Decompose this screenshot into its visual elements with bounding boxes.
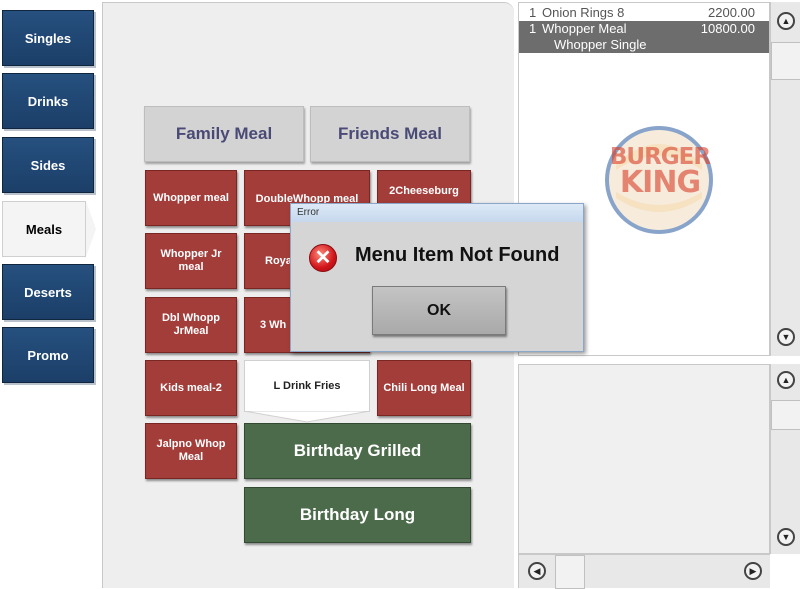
category-label: Sides xyxy=(30,157,66,173)
order-item-price: 2200.00 xyxy=(708,5,755,20)
l-drink-fries-pointer xyxy=(244,411,370,423)
scroll-thumb[interactable] xyxy=(771,42,800,80)
whopper-jr-meal-button[interactable]: Whopper Jr meal xyxy=(145,233,237,289)
category-label: Meals xyxy=(25,221,63,237)
burger-king-logo-text: BURGER KING xyxy=(608,144,712,200)
whopper-meal-button[interactable]: Whopper meal xyxy=(145,170,237,226)
category-deserts-button[interactable]: Deserts xyxy=(2,264,94,320)
order-row[interactable]: 1 Onion Rings 8 2200.00 xyxy=(519,5,769,21)
order-qty: 1 xyxy=(529,21,537,36)
order-qty: 1 xyxy=(529,5,537,20)
category-label: Drinks xyxy=(27,93,69,109)
order-item-price: 10800.00 xyxy=(700,21,755,36)
kids-meal-2-button[interactable]: Kids meal-2 xyxy=(145,360,237,416)
error-x-icon: ✕ xyxy=(309,244,337,272)
scroll-up-icon[interactable]: ▲ xyxy=(777,371,795,389)
logo-text-line2: KING xyxy=(619,165,701,200)
category-meals-button[interactable]: Meals xyxy=(2,201,86,257)
birthday-long-button[interactable]: Birthday Long xyxy=(244,487,471,543)
selected-category-arrow xyxy=(86,201,96,257)
scroll-left-icon[interactable]: ◀ xyxy=(528,562,546,580)
category-promo-button[interactable]: Promo xyxy=(2,327,94,383)
category-singles-button[interactable]: Singles xyxy=(2,10,94,66)
order-row-selected[interactable]: 1 Whopper Meal 10800.00 xyxy=(519,21,769,37)
category-column: Singles Drinks Sides Meals Deserts Promo xyxy=(0,0,102,588)
order-item-name: Whopper Single xyxy=(554,37,647,52)
dialog-title: Error xyxy=(297,207,320,218)
l-drink-fries-button[interactable]: L Drink Fries xyxy=(244,360,370,412)
scroll-down-icon[interactable]: ▼ xyxy=(777,528,795,546)
category-label: Deserts xyxy=(24,284,72,300)
category-drinks-button[interactable]: Drinks xyxy=(2,73,94,129)
scroll-thumb[interactable] xyxy=(771,400,800,430)
order-scrollbar[interactable]: ▲ ▼ xyxy=(770,2,800,356)
ok-button-label: OK xyxy=(427,301,451,319)
scroll-up-icon[interactable]: ▲ xyxy=(777,12,795,30)
birthday-grilled-button[interactable]: Birthday Grilled xyxy=(244,423,471,479)
dbl-whopp-jrmeal-button[interactable]: Dbl Whopp JrMeal xyxy=(145,297,237,353)
dialog-titlebar[interactable]: Error xyxy=(291,204,583,222)
scroll-down-icon[interactable]: ▼ xyxy=(777,328,795,346)
category-label: Singles xyxy=(24,30,72,46)
friends-meal-button[interactable]: Friends Meal xyxy=(310,106,470,162)
dialog-message: Menu Item Not Found xyxy=(355,244,560,266)
order-row-modifier[interactable]: Whopper Single xyxy=(519,37,769,53)
horizontal-scrollbar[interactable]: ◀ ▶ xyxy=(518,554,770,589)
family-meal-button[interactable]: Family Meal xyxy=(144,106,304,162)
ok-button[interactable]: OK xyxy=(372,286,506,335)
info-scrollbar[interactable]: ▲ ▼ xyxy=(770,364,800,554)
chili-long-meal-button[interactable]: Chili Long Meal xyxy=(377,360,471,416)
info-panel xyxy=(518,364,770,554)
order-item-name: Onion Rings 8 xyxy=(542,5,625,20)
category-label: Promo xyxy=(27,347,69,363)
scroll-thumb[interactable] xyxy=(555,555,585,589)
error-dialog: Error ✕ Menu Item Not Found OK xyxy=(290,203,584,352)
scroll-right-icon[interactable]: ▶ xyxy=(744,562,762,580)
category-sides-button[interactable]: Sides xyxy=(2,137,94,193)
order-item-name: Whopper Meal xyxy=(542,21,627,36)
jalpno-whop-meal-button[interactable]: Jalpno Whop Meal xyxy=(145,423,237,479)
